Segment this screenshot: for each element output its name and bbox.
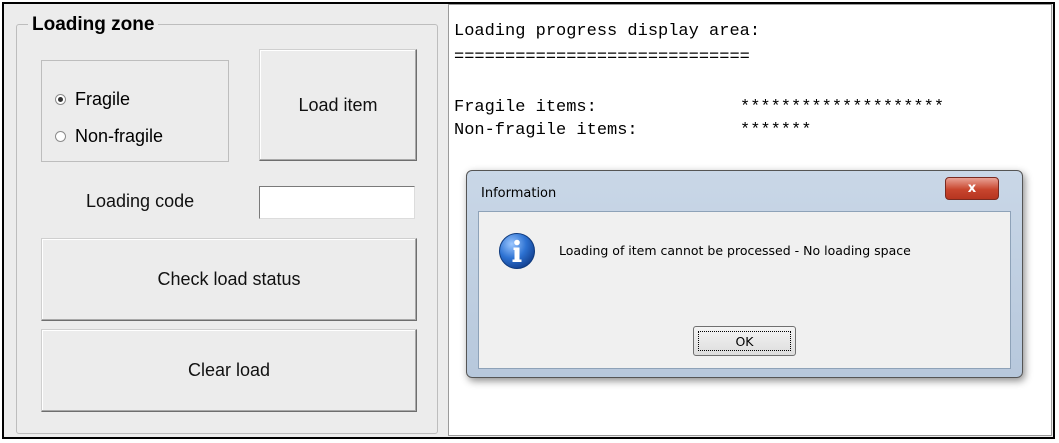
display-underline: ============================= [454, 48, 750, 67]
display-heading: Loading progress display area: [454, 22, 761, 41]
focus-rectangle [698, 331, 791, 351]
information-dialog: Information x Loading of item cannot be … [466, 170, 1023, 378]
radio-checked-icon[interactable] [55, 94, 66, 105]
fragile-items-stars: ******************** [740, 98, 945, 117]
radio-fragile[interactable]: Fragile [55, 89, 130, 110]
non-fragile-items-label: Non-fragile items: [454, 121, 638, 140]
loading-code-label: Loading code [86, 191, 195, 211]
dialog-title: Information [481, 186, 557, 201]
radio-non-fragile[interactable]: Non-fragile [55, 126, 163, 147]
dialog-message: Loading of item cannot be processed - No… [559, 243, 911, 258]
non-fragile-items-stars: ******* [740, 121, 812, 140]
close-icon: x [967, 181, 977, 196]
check-load-status-button[interactable]: Check load status [41, 238, 417, 321]
radio-non-fragile-label: Non-fragile [75, 126, 164, 146]
info-icon [499, 233, 535, 269]
radio-fragile-label: Fragile [75, 89, 131, 109]
loading-zone-title: Loading zone [28, 14, 159, 36]
radio-unchecked-icon[interactable] [55, 131, 66, 142]
loading-code-input[interactable] [259, 186, 415, 219]
load-item-button[interactable]: Load item [259, 49, 417, 161]
fragile-items-label: Fragile items: [454, 98, 597, 117]
ok-button[interactable]: OK [693, 326, 796, 356]
close-button[interactable]: x [945, 177, 999, 200]
dialog-body: Loading of item cannot be processed - No… [478, 211, 1011, 369]
clear-load-button[interactable]: Clear load [41, 329, 417, 412]
